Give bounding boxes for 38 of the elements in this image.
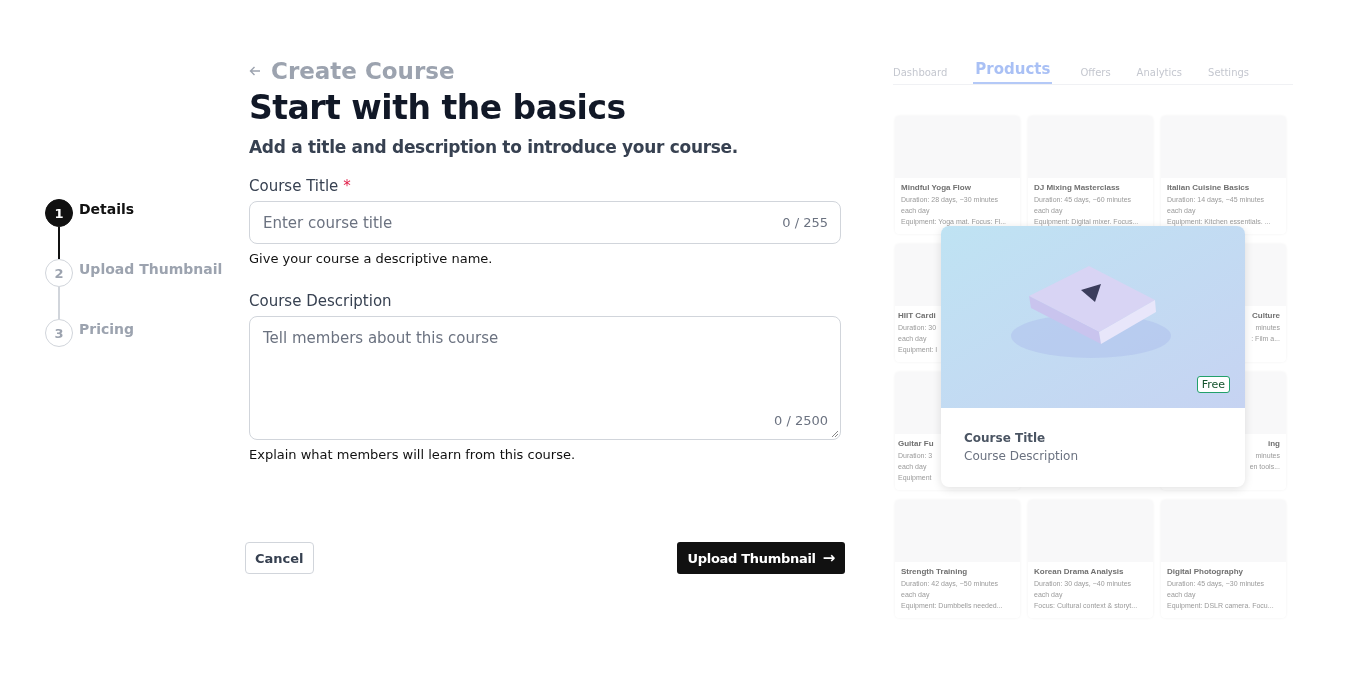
course-description: Course Description bbox=[964, 449, 1080, 463]
character-counter: 0 / 255 bbox=[782, 215, 828, 230]
product-title: Korean Drama Analysis bbox=[1034, 567, 1124, 576]
product-title: HIIT Cardi bbox=[898, 311, 936, 320]
page-title: Create Course bbox=[271, 58, 455, 84]
field-label: Course Title bbox=[249, 177, 339, 195]
product-title: ing bbox=[1268, 439, 1280, 448]
upload-thumbnail-button[interactable]: Upload Thumbnail → bbox=[677, 542, 845, 574]
resize-grip-icon[interactable] bbox=[831, 430, 839, 438]
product-title: Guitar Fu bbox=[898, 439, 934, 448]
field-hint: Give your course a descriptive name. bbox=[249, 251, 494, 266]
field-label: Course Description bbox=[249, 292, 392, 310]
subheading: Add a title and description to introduce your course. bbox=[249, 137, 739, 157]
course-title: Course Title bbox=[964, 431, 1047, 445]
nav-tab[interactable]: Analytics bbox=[1136, 67, 1197, 84]
step-number: 2 bbox=[45, 259, 73, 287]
product-title: Strength Training bbox=[901, 567, 968, 576]
step-label[interactable]: Pricing bbox=[79, 321, 135, 341]
required-mark: * bbox=[343, 177, 351, 195]
product-title: Mindful Yoga Flow bbox=[901, 183, 971, 192]
step-number: 3 bbox=[45, 319, 73, 347]
nav-tab[interactable]: Products bbox=[973, 60, 1053, 84]
product-title: Culture bbox=[1252, 311, 1280, 320]
nav-tab[interactable]: Offers bbox=[1080, 67, 1125, 84]
character-counter: 0 / 2500 bbox=[774, 413, 828, 428]
step-label[interactable]: Upload Thumbnail bbox=[79, 261, 223, 281]
product-title: DJ Mixing Masterclass bbox=[1034, 183, 1120, 192]
field-hint: Explain what members will learn from this course. bbox=[249, 447, 577, 462]
nav-tab[interactable]: Settings bbox=[1208, 67, 1264, 84]
cancel-button[interactable]: Cancel bbox=[245, 542, 314, 574]
nav-tab[interactable]: Dashboard bbox=[893, 67, 962, 84]
heading: Start with the basics bbox=[249, 88, 627, 127]
product-title: Italian Cuisine Basics bbox=[1167, 183, 1250, 192]
back-arrow-icon[interactable] bbox=[249, 65, 261, 77]
product-title: Digital Photography bbox=[1167, 567, 1243, 576]
step-label[interactable]: Details bbox=[79, 201, 135, 221]
step-number: 1 bbox=[45, 199, 73, 227]
price-badge: Free bbox=[1196, 376, 1230, 393]
